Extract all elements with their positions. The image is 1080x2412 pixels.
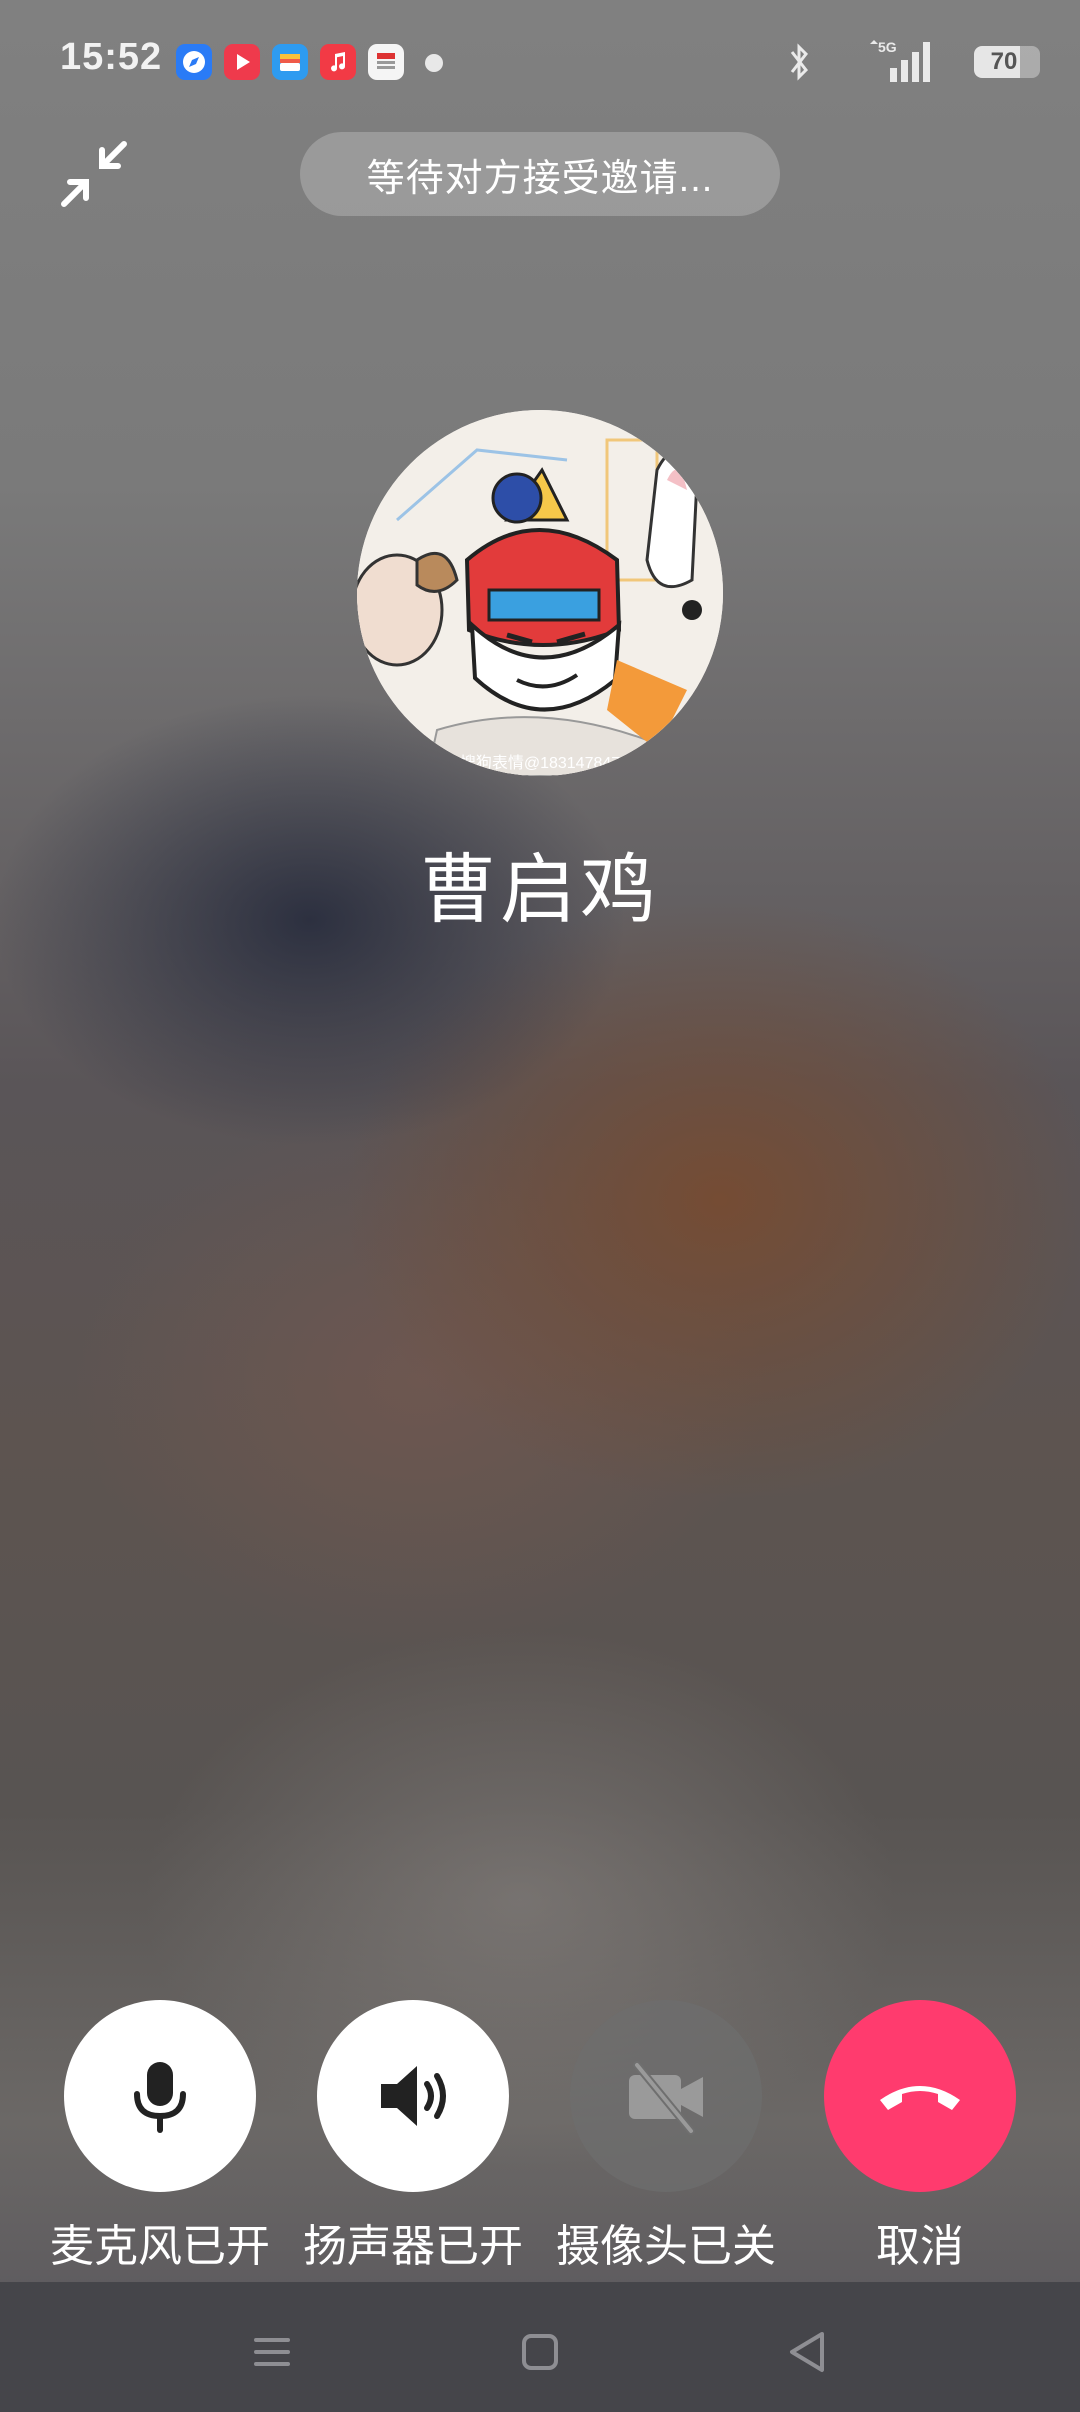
status-bar: 15:52 5G 70 — [0, 0, 1080, 120]
minimize-icon — [61, 141, 127, 207]
cellular-signal-icon: 5G — [870, 39, 930, 82]
recent-apps-button[interactable] — [242, 2322, 302, 2382]
camera-toggle[interactable]: 摄像头已关 — [556, 2000, 776, 2280]
contact-avatar: 搜狗表情@183147847 — [357, 410, 723, 776]
microphone-label: 麦克风已开 — [50, 2222, 270, 2271]
navigation-bar — [0, 2282, 1080, 2412]
speaker-label: 扬声器已开 — [303, 2222, 523, 2271]
minimize-call-button[interactable] — [54, 134, 134, 214]
music-app-icon — [320, 44, 356, 80]
microphone-button[interactable] — [64, 2000, 256, 2192]
browser-app-icon — [176, 44, 212, 80]
menu-icon — [254, 2338, 290, 2366]
cancel-call-button[interactable] — [824, 2000, 1016, 2192]
network-type: 5G — [878, 39, 897, 55]
camera-label: 摄像头已关 — [556, 2222, 776, 2271]
news-app-icon — [368, 44, 404, 80]
microphone-icon — [134, 2062, 186, 2133]
call-status-text: 等待对方接受邀请... — [366, 157, 714, 200]
battery-level: 70 — [990, 48, 1018, 75]
more-notifications-dot — [425, 54, 443, 72]
battery-indicator: 70 — [974, 46, 1040, 78]
back-button[interactable] — [778, 2322, 838, 2382]
bluetooth-icon — [790, 43, 808, 81]
video-app-icon — [224, 44, 260, 80]
home-icon — [522, 2334, 558, 2370]
microphone-toggle[interactable]: 麦克风已开 — [50, 2000, 270, 2280]
speaker-toggle[interactable]: 扬声器已开 — [303, 2000, 523, 2280]
camera-button[interactable] — [570, 2000, 762, 2192]
speaker-icon — [381, 2066, 446, 2126]
call-status-pill: 等待对方接受邀请... — [300, 132, 780, 216]
camera-off-icon — [629, 2061, 703, 2135]
wallet-app-icon — [272, 44, 308, 80]
status-time: 15:52 — [60, 36, 163, 78]
cancel-label: 取消 — [876, 2222, 964, 2271]
back-icon — [790, 2332, 824, 2372]
hang-up-icon — [880, 2086, 960, 2110]
cancel-call-control[interactable]: 取消 — [810, 2000, 1030, 2280]
speaker-button[interactable] — [317, 2000, 509, 2192]
avatar-image: 搜狗表情@183147847 — [357, 410, 723, 776]
contact-name: 曹启鸡 — [420, 848, 660, 933]
home-button[interactable] — [510, 2322, 570, 2382]
